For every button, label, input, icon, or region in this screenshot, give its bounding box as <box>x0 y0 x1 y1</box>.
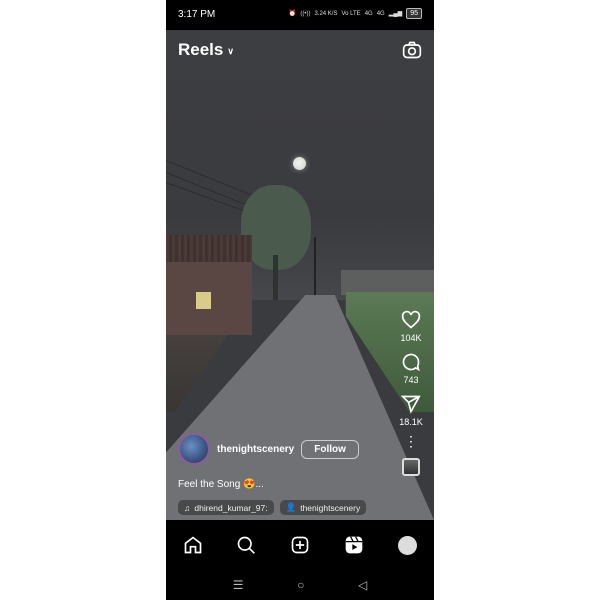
signal-icon: ▂▄▆ <box>388 11 403 17</box>
nav-create[interactable] <box>289 534 311 556</box>
scene-far-house <box>341 270 434 295</box>
profile-avatar <box>397 535 417 555</box>
speed-indicator: 3.24 K/S <box>314 10 338 17</box>
status-time: 3:17 PM <box>178 9 216 20</box>
caption[interactable]: Feel the Song 😍... <box>178 479 264 490</box>
network-indicator-2: 4G <box>376 10 385 17</box>
like-button[interactable]: 104K <box>400 310 422 343</box>
audio-tag-label: dhirend_kumar_97: <box>194 502 268 513</box>
nav-home[interactable] <box>182 534 204 556</box>
music-note-icon: ♫ <box>184 502 191 513</box>
share-count: 18.1K <box>399 417 423 427</box>
add-post-icon <box>291 536 309 554</box>
action-column: 104K 743 18.1K ⋮ <box>388 310 434 476</box>
scene-pole <box>314 237 316 297</box>
audio-thumbnail[interactable] <box>402 458 420 476</box>
username[interactable]: thenightscenery <box>217 444 294 455</box>
battery-indicator: 95 <box>406 8 422 19</box>
scene-moon <box>293 157 306 170</box>
network-indicator-1: 4G <box>364 10 373 17</box>
chevron-down-icon[interactable]: ∨ <box>227 46 234 57</box>
comment-button[interactable]: 743 <box>401 352 421 385</box>
system-home-button[interactable]: ○ <box>297 578 304 592</box>
home-icon <box>184 536 202 554</box>
share-button[interactable]: 18.1K <box>399 394 423 427</box>
alarm-icon: ⏰ <box>288 11 297 17</box>
system-nav-bar: ☰ ○ ◁ <box>166 570 434 600</box>
people-tag-label: thenightscenery <box>300 502 361 513</box>
reels-icon <box>345 536 362 554</box>
reels-header[interactable]: Reels ∨ <box>178 40 234 60</box>
nav-search[interactable] <box>235 534 257 556</box>
comment-icon <box>402 353 420 372</box>
audio-tag[interactable]: ♫ dhirend_kumar_97: <box>178 500 274 515</box>
person-icon: 👤 <box>285 502 297 512</box>
page-title: Reels <box>178 40 224 59</box>
scene-tree-trunk <box>273 255 278 300</box>
author-row: thenightscenery Follow <box>178 433 359 465</box>
people-tag[interactable]: 👤 thenightscenery <box>279 500 367 515</box>
avatar[interactable] <box>178 433 210 465</box>
scene-window <box>196 292 211 309</box>
phone-screen: 3:17 PM ⏰ ((•)) 3.24 K/S Vo LTE 4G 4G ▂▄… <box>166 0 434 600</box>
more-options-icon[interactable]: ⋮ <box>404 434 418 448</box>
status-bar: 3:17 PM ⏰ ((•)) 3.24 K/S Vo LTE 4G 4G ▂▄… <box>166 0 434 30</box>
comment-count: 743 <box>403 375 419 385</box>
follow-button[interactable]: Follow <box>301 439 359 459</box>
nav-profile[interactable] <box>396 534 418 556</box>
volte-indicator: Vo LTE <box>341 10 361 17</box>
bottom-nav <box>166 520 434 570</box>
tags-row: ♫ dhirend_kumar_97: 👤 thenightscenery <box>178 500 367 515</box>
nav-reels[interactable] <box>343 534 365 556</box>
hotspot-icon: ((•)) <box>300 10 311 17</box>
like-count: 104K <box>400 333 422 343</box>
scene-roof <box>166 235 252 262</box>
system-back-button[interactable]: ◁ <box>358 578 367 592</box>
search-icon <box>238 536 256 554</box>
camera-icon[interactable] <box>402 40 422 60</box>
recent-apps-button[interactable]: ☰ <box>233 578 244 592</box>
send-icon <box>401 395 421 414</box>
status-icons: ⏰ ((•)) 3.24 K/S Vo LTE 4G 4G ▂▄▆ 95 <box>289 8 422 19</box>
heart-icon <box>401 310 421 329</box>
